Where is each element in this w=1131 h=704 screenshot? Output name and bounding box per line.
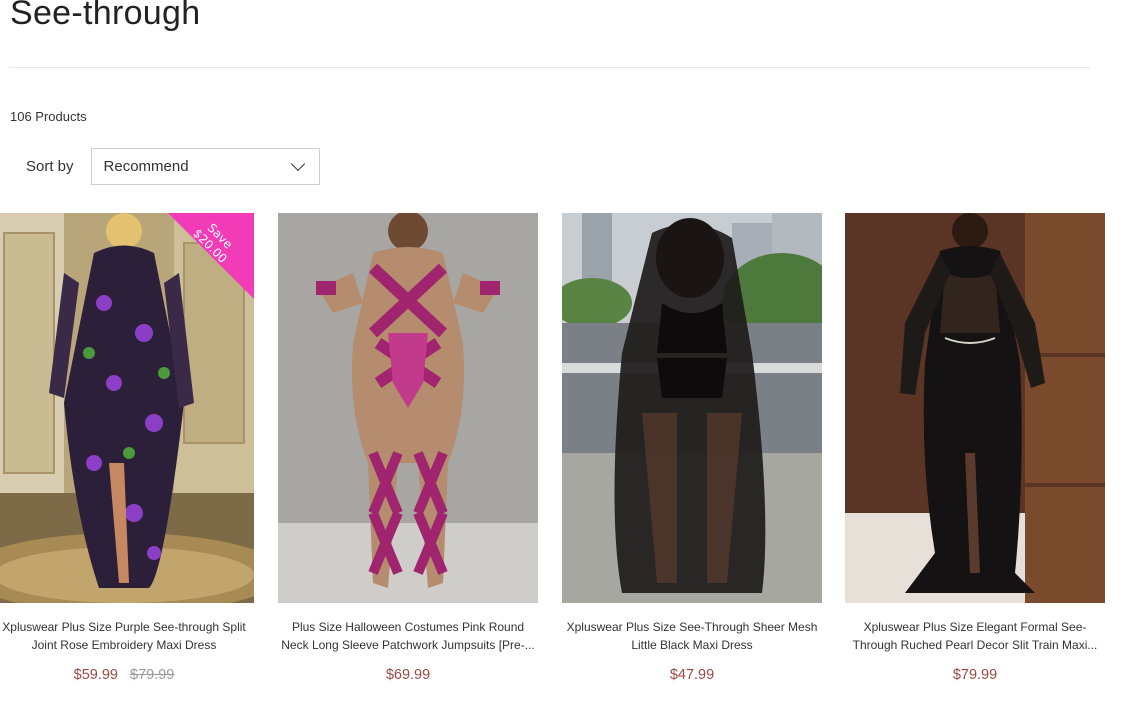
product-old-price: $79.99	[130, 667, 175, 683]
product-price: $69.99	[385, 667, 431, 683]
product-card[interactable]: Save $20.00 Xpluswear Plus Size Purple Se…	[0, 213, 254, 683]
sort-dropdown[interactable]: Recommend	[90, 148, 320, 185]
product-card[interactable]: Plus Size Halloween Costumes Pink Round …	[278, 213, 538, 683]
product-name[interactable]: Xpluswear Plus Size Purple See-through S…	[0, 618, 254, 654]
product-price: $79.99	[952, 667, 998, 683]
product-name[interactable]: Plus Size Halloween Costumes Pink Round …	[278, 618, 538, 654]
product-card[interactable]: Xpluswear Plus Size See-Through Sheer Me…	[562, 213, 822, 683]
product-image[interactable]	[562, 213, 822, 603]
divider	[9, 67, 1090, 68]
save-badge: Save $20.00	[168, 213, 254, 299]
product-image[interactable]	[845, 213, 1105, 603]
chevron-down-icon	[290, 156, 305, 172]
product-prices: $69.99	[278, 667, 538, 683]
product-image[interactable]: Save $20.00	[0, 213, 254, 603]
product-price: $47.99	[669, 667, 715, 683]
product-image[interactable]	[278, 213, 538, 603]
sort-selected-value: Recommend	[103, 158, 189, 175]
product-prices: $47.99	[562, 667, 822, 683]
product-card[interactable]: Xpluswear Plus Size Elegant Formal See-T…	[845, 213, 1105, 683]
product-name[interactable]: Xpluswear Plus Size See-Through Sheer Me…	[562, 618, 822, 654]
product-name[interactable]: Xpluswear Plus Size Elegant Formal See-T…	[845, 618, 1105, 654]
product-prices: $79.99	[845, 667, 1105, 683]
sort-row: Sort by Recommend	[26, 148, 320, 185]
product-count: 106 Products	[10, 109, 87, 124]
product-price: $59.99	[73, 667, 118, 683]
sort-label: Sort by	[26, 158, 74, 175]
product-prices: $59.99 $79.99	[0, 667, 254, 683]
page-title: See-through	[10, 0, 201, 32]
